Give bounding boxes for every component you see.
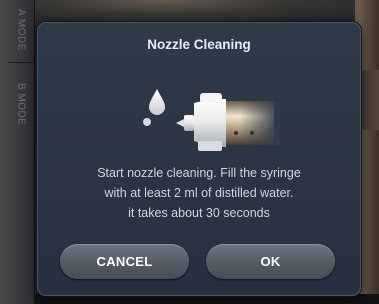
message-line-3: it takes about 30 seconds bbox=[128, 206, 270, 220]
water-drop-syringe-nozzle-icon bbox=[143, 89, 280, 151]
dialog-title: Nozzle Cleaning bbox=[147, 37, 251, 52]
large-water-drop bbox=[149, 89, 165, 115]
mode-a-tab[interactable]: A MODE bbox=[8, 0, 34, 60]
dialog-message: Start nozzle cleaning. Fill the syringe … bbox=[58, 163, 340, 223]
cancel-button[interactable]: CANCEL bbox=[60, 244, 189, 279]
background-top-glow bbox=[35, 0, 355, 22]
mode-b-tab[interactable]: B MODE bbox=[8, 64, 34, 144]
mode-rail: A MODE B MODE bbox=[0, 0, 35, 304]
message-line-2: with at least 2 ml of distilled water. bbox=[104, 186, 294, 200]
message-line-1: Start nozzle cleaning. Fill the syringe bbox=[97, 166, 301, 180]
mode-divider bbox=[8, 62, 34, 63]
small-water-drop bbox=[143, 118, 151, 126]
ok-button[interactable]: OK bbox=[206, 244, 335, 279]
nozzle-cleaning-dialog: Nozzle Cleaning Start nozzle cleaning. F… bbox=[37, 22, 361, 296]
